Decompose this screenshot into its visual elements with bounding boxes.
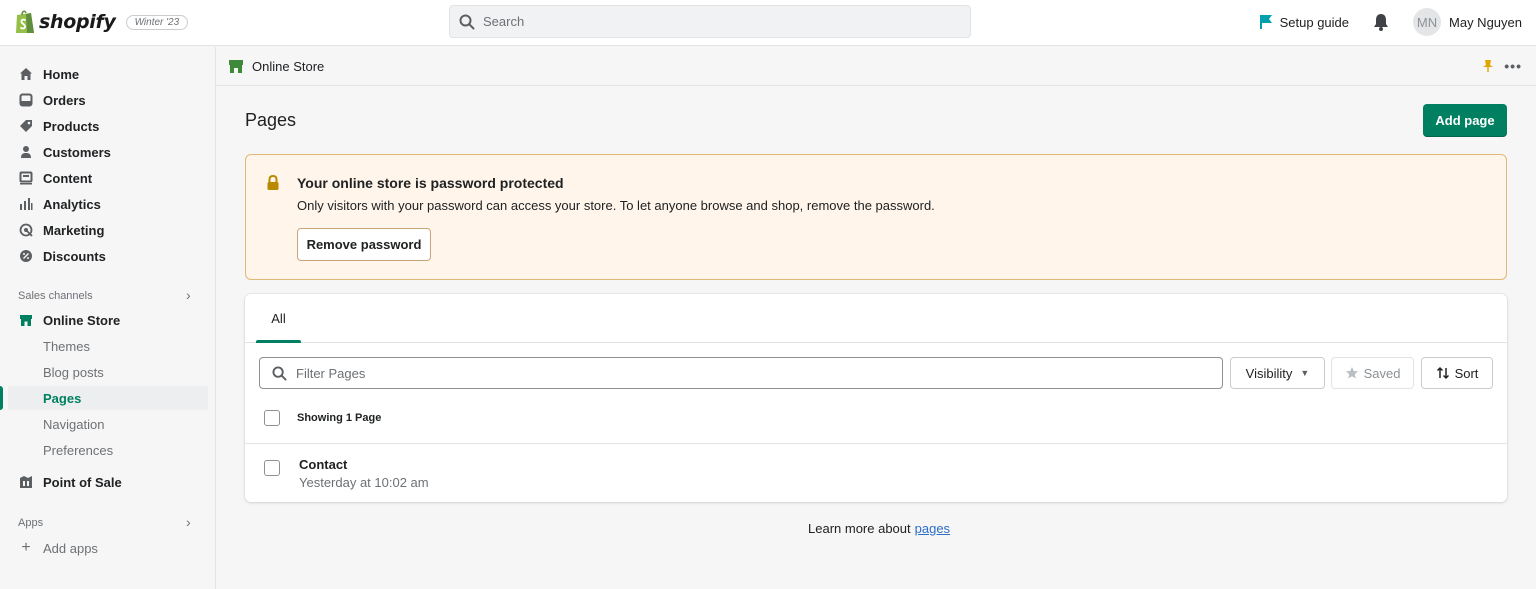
sidebar-item-label: Marketing — [43, 222, 105, 238]
pages-list-card: All Visibility ▼ Saved Sort Showing 1 Pa… — [245, 294, 1507, 502]
sidebar-item-point-of-sale[interactable]: Point of Sale — [8, 469, 208, 495]
sidebar-item-customers[interactable]: Customers — [8, 139, 208, 165]
filter-pages-input[interactable] — [296, 365, 1196, 381]
page-title: Pages — [245, 110, 297, 130]
sidebar-item-label: Customers — [43, 144, 111, 160]
pin-icon[interactable] — [1482, 59, 1494, 73]
sidebar-item-analytics[interactable]: Analytics — [8, 191, 208, 217]
brand-wordmark: shopify — [39, 11, 116, 33]
pos-icon — [18, 474, 34, 490]
divider — [245, 443, 1507, 444]
sort-label: Sort — [1454, 365, 1479, 381]
tab-all[interactable]: All — [256, 294, 301, 343]
sidebar-item-label: Orders — [43, 92, 86, 108]
sidebar-item-orders[interactable]: Orders — [8, 87, 208, 113]
sidebar-item-products[interactable]: Products — [8, 113, 208, 139]
saved-label: Saved — [1363, 365, 1401, 381]
password-banner: Your online store is password protected … — [245, 154, 1507, 280]
search-placeholder: Search — [483, 14, 525, 29]
sidebar-item-label: Point of Sale — [43, 474, 122, 490]
add-apps-button[interactable]: + Add apps — [18, 539, 98, 557]
sidebar-item-content[interactable]: Content — [8, 165, 208, 191]
shopify-logo[interactable]: shopify Winter '23 — [14, 9, 189, 35]
plus-icon: + — [21, 539, 31, 556]
user-name[interactable]: May Nguyen — [1449, 15, 1522, 30]
store-icon — [18, 312, 34, 328]
top-bar: shopify Winter '23 Search Setup guide MN… — [0, 0, 1536, 46]
sales-channels-heading: Sales channels — [18, 290, 93, 302]
top-right-actions: Setup guide MN May Nguyen — [1259, 8, 1522, 36]
sidebar-item-themes[interactable]: Themes — [8, 334, 208, 358]
flag-icon — [1259, 15, 1272, 29]
bar-chart-icon — [18, 196, 34, 212]
sidebar: Home Orders Products Customers Content A… — [0, 47, 216, 589]
chevron-right-icon[interactable]: › — [186, 514, 191, 530]
sort-icon — [1436, 366, 1449, 380]
more-actions-icon[interactable]: ••• — [1504, 58, 1522, 74]
apps-heading: Apps — [18, 517, 44, 529]
tab-active-indicator — [256, 340, 301, 343]
sidebar-item-blog-posts[interactable]: Blog posts — [8, 360, 208, 384]
sidebar-item-label: Home — [43, 66, 80, 82]
store-icon — [229, 60, 243, 73]
lock-icon — [267, 175, 279, 190]
sidebar-item-pages[interactable]: Pages — [8, 386, 208, 410]
sidebar-item-marketing[interactable]: Marketing — [8, 217, 208, 243]
discount-icon — [18, 248, 34, 264]
add-page-button[interactable]: Add page — [1423, 104, 1507, 137]
visibility-filter-button[interactable]: Visibility ▼ — [1230, 357, 1325, 389]
sidebar-item-home[interactable]: Home — [8, 61, 208, 87]
active-indicator — [0, 386, 3, 410]
page-row-timestamp: Yesterday at 10:02 am — [299, 475, 429, 490]
sidebar-item-label: Analytics — [43, 196, 101, 212]
target-icon — [18, 222, 34, 238]
sidebar-item-label: Content — [43, 170, 93, 186]
learn-more-text: Learn more about — [808, 521, 911, 536]
banner-body: Only visitors with your password can acc… — [297, 198, 935, 213]
context-title: Online Store — [252, 58, 325, 74]
home-icon — [18, 66, 34, 82]
sidebar-item-online-store[interactable]: Online Store — [8, 307, 208, 333]
page-row-title[interactable]: Contact — [299, 457, 347, 472]
visibility-label: Visibility — [1245, 365, 1293, 381]
orders-icon — [18, 92, 34, 108]
sidebar-item-label: Products — [43, 118, 100, 134]
sidebar-item-discounts[interactable]: Discounts — [8, 243, 208, 269]
setup-guide-label: Setup guide — [1279, 14, 1350, 30]
row-checkbox[interactable] — [264, 460, 280, 476]
add-apps-label: Add apps — [43, 540, 98, 556]
tag-icon — [18, 118, 34, 134]
bell-icon[interactable] — [1373, 13, 1389, 31]
sidebar-item-navigation[interactable]: Navigation — [8, 412, 208, 436]
banner-title: Your online store is password protected — [297, 175, 564, 191]
filter-pages-field[interactable] — [259, 357, 1223, 389]
context-bar: Online Store ••• — [216, 47, 1536, 86]
content-icon — [18, 170, 34, 186]
tab-bar: All — [245, 294, 1507, 343]
sort-button[interactable]: Sort — [1421, 357, 1493, 389]
chevron-right-icon[interactable]: › — [186, 287, 191, 303]
sidebar-item-preferences[interactable]: Preferences — [8, 438, 208, 462]
sidebar-item-label: Online Store — [43, 312, 121, 328]
remove-password-button[interactable]: Remove password — [297, 228, 431, 261]
context-actions: ••• — [1482, 58, 1522, 74]
search-bar[interactable]: Search — [449, 5, 971, 38]
person-icon — [18, 144, 34, 160]
shopify-bag-icon — [16, 10, 34, 33]
select-all-checkbox[interactable] — [264, 410, 280, 426]
sidebar-item-label: Discounts — [43, 248, 106, 264]
setup-guide-button[interactable]: Setup guide — [1259, 14, 1349, 30]
caret-down-icon: ▼ — [1300, 368, 1310, 378]
learn-more-footer: Learn more about pages — [808, 521, 950, 536]
showing-count: Showing 1 Page — [297, 412, 382, 424]
avatar[interactable]: MN — [1413, 8, 1442, 36]
search-icon — [459, 14, 475, 29]
star-icon — [1345, 367, 1358, 379]
saved-button[interactable]: Saved — [1331, 357, 1414, 389]
edition-badge: Winter '23 — [125, 14, 189, 30]
search-icon — [272, 365, 287, 381]
pages-help-link[interactable]: pages — [915, 521, 950, 536]
